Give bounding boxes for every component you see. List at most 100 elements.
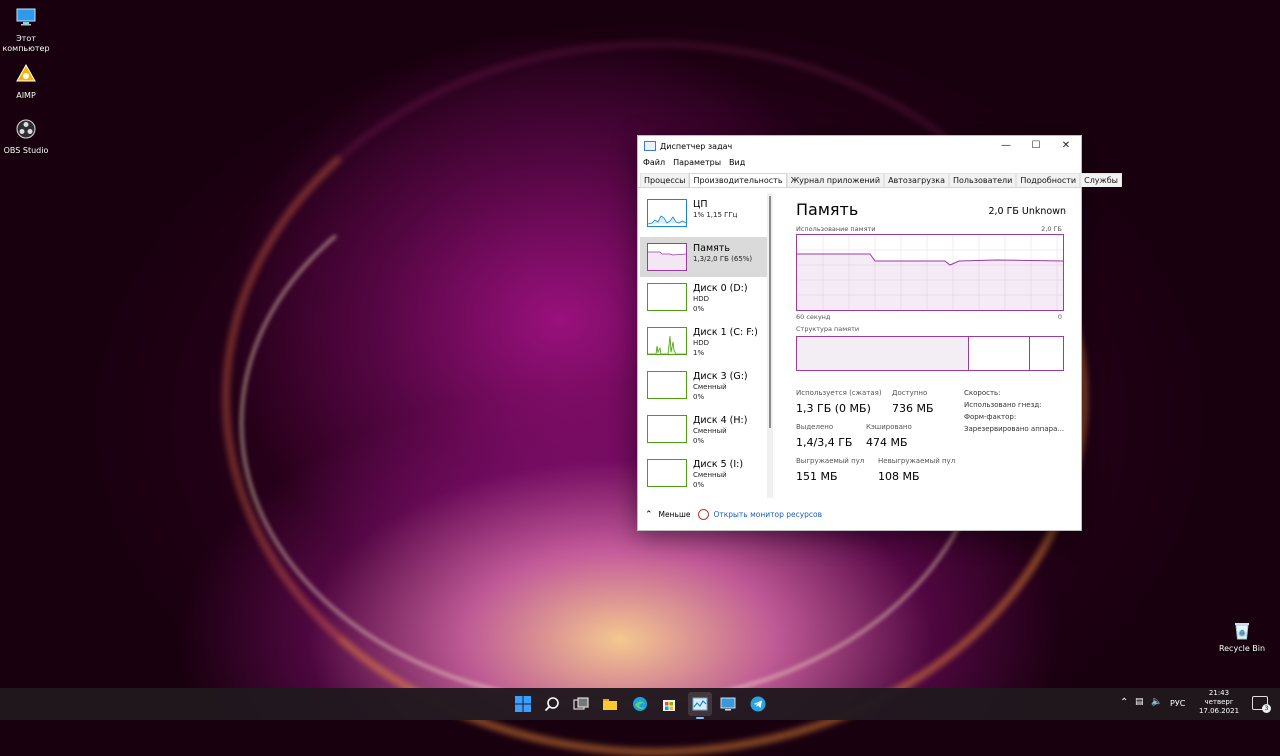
active-indicator (696, 717, 704, 719)
resource-item-disk4[interactable]: Диск 4 (H:) Сменный 0% (640, 409, 767, 453)
menu-view[interactable]: Вид (729, 158, 745, 167)
tab-performance[interactable]: Производительность (689, 173, 787, 187)
desktop-icon-this-pc[interactable]: Этот компьютер (0, 6, 52, 54)
resource-sub: HDD (693, 339, 710, 347)
structure-divider (1029, 337, 1030, 370)
task-view-icon[interactable] (573, 696, 589, 712)
resource-sub: Сменный (693, 427, 727, 435)
graph-time-right: 0 (1057, 313, 1062, 321)
desktop-icon-label: Этот компьютер (2, 34, 50, 53)
close-button[interactable]: ✕ (1051, 136, 1081, 154)
resource-usage: 0% (693, 481, 705, 489)
resource-sub: 1% 1,15 ГГц (693, 211, 738, 219)
resource-usage: 1% (693, 349, 705, 357)
usage-label: Использование памяти (796, 225, 876, 233)
cached-label: Кэшировано (866, 423, 912, 431)
maximize-button[interactable]: ☐ (1021, 136, 1051, 154)
resource-item-disk0[interactable]: Диск 0 (D:) HDD 0% (640, 277, 767, 321)
usage-max-label: 2,0 ГБ (1041, 225, 1062, 233)
file-explorer-icon[interactable] (602, 696, 618, 712)
cpu-thumbnail-graph (647, 199, 687, 227)
window-title: Диспетчер задач (660, 141, 733, 151)
task-manager-icon (692, 697, 708, 711)
tab-strip: Процессы Производительность Журнал прило… (638, 173, 1122, 188)
resource-name: Диск 3 (G:) (693, 371, 748, 382)
desktop-icon-label: OBS Studio (3, 146, 49, 155)
tab-processes[interactable]: Процессы (640, 173, 690, 187)
recycle-bin-icon: ♻ (1235, 623, 1249, 640)
resource-item-memory[interactable]: Память 1,3/2,0 ГБ (65%) (640, 237, 767, 277)
network-icon[interactable]: ▤ (1135, 697, 1144, 707)
disk-thumbnail-graph (647, 283, 687, 311)
disk-thumbnail-graph (647, 327, 687, 355)
desktop-icon-obs[interactable]: OBS Studio (0, 118, 52, 156)
telegram-icon[interactable] (750, 696, 766, 712)
resource-sub: HDD (693, 295, 710, 303)
resource-name: Диск 5 (I:) (693, 459, 744, 470)
minimize-button[interactable]: — (991, 136, 1021, 154)
paged-pool-label: Выгружаемый пул (796, 457, 865, 465)
open-resource-monitor-link[interactable]: Открыть монитор ресурсов (713, 510, 822, 519)
clock-date: 17.06.2021 (1198, 707, 1240, 715)
disk-thumbnail-graph (647, 371, 687, 399)
nonpaged-pool-label: Невыгружаемый пул (878, 457, 956, 465)
available-label: Доступно (892, 389, 928, 397)
notification-count-badge: 3 (1262, 704, 1271, 713)
task-manager-app-icon (644, 141, 656, 151)
resource-item-disk3[interactable]: Диск 3 (G:) Сменный 0% (640, 365, 767, 409)
memory-thumbnail-graph (647, 243, 687, 271)
less-details-button[interactable]: Меньше (659, 510, 691, 519)
menu-file[interactable]: Файл (643, 158, 665, 167)
desktop-icon-aimp[interactable]: AIMP (0, 63, 52, 101)
resource-sub: Сменный (693, 383, 727, 391)
menu-bar: Файл Параметры Вид (638, 156, 1081, 169)
start-button-icon[interactable] (515, 696, 531, 712)
search-icon[interactable] (544, 696, 560, 712)
edge-browser-icon[interactable] (632, 696, 648, 712)
menu-options[interactable]: Параметры (673, 158, 721, 167)
remote-desktop-icon[interactable] (720, 696, 736, 712)
committed-label: Выделено (796, 423, 834, 431)
tab-services[interactable]: Службы (1080, 173, 1122, 187)
resource-list-scrollbar-thumb[interactable] (769, 196, 771, 428)
obs-icon (16, 119, 36, 139)
tab-users[interactable]: Пользователи (948, 173, 1017, 187)
tab-app-history[interactable]: Журнал приложений (786, 173, 885, 187)
resource-list: ЦП 1% 1,15 ГГц Память 1,3/2,0 ГБ (65%) Д… (640, 193, 767, 498)
resource-item-cpu[interactable]: ЦП 1% 1,15 ГГц (640, 193, 767, 237)
title-bar[interactable]: Диспетчер задач — ☐ ✕ (638, 136, 1081, 156)
paged-pool-value: 151 МБ (796, 470, 838, 483)
resource-sub: 1,3/2,0 ГБ (65%) (693, 255, 753, 263)
resource-name: Диск 1 (C: F:) (693, 327, 758, 338)
resource-usage: 0% (693, 393, 705, 401)
taskbar: ⌃ ▤ 🔈 РУС 21:43 четверг 17.06.2021 3 (0, 688, 1280, 720)
aimp-icon (16, 63, 36, 82)
slots-label: Использовано гнезд: (964, 401, 1042, 409)
resource-item-disk5[interactable]: Диск 5 (I:) Сменный 0% (640, 453, 767, 497)
desktop-icon-recycle-bin[interactable]: ♻ Recycle Bin (1218, 620, 1266, 653)
resource-name: Память (693, 243, 730, 254)
resource-name: ЦП (693, 199, 708, 210)
speed-label: Скорость: (964, 389, 1001, 397)
chevron-up-icon[interactable]: ⌃ (645, 510, 653, 520)
language-indicator[interactable]: РУС (1170, 699, 1185, 708)
resource-usage: 0% (693, 305, 705, 313)
clock-day: четверг (1204, 698, 1234, 706)
form-factor-label: Форм-фактор: (964, 413, 1017, 421)
chevron-up-icon[interactable]: ⌃ (1120, 697, 1128, 708)
in-use-label: Используется (сжатая) (796, 389, 882, 397)
volume-icon[interactable]: 🔈 (1151, 697, 1162, 707)
monitor-icon (16, 8, 36, 26)
tab-startup[interactable]: Автозагрузка (884, 173, 949, 187)
resource-item-disk1[interactable]: Диск 1 (C: F:) HDD 1% (640, 321, 767, 365)
resource-name: Диск 0 (D:) (693, 283, 748, 294)
svg-text:♻: ♻ (1239, 629, 1245, 637)
resource-sub: Сменный (693, 471, 727, 479)
recycle-bin-label: Recycle Bin (1218, 644, 1266, 653)
graph-time-left: 60 секунд (796, 313, 831, 321)
store-icon[interactable] (661, 696, 677, 712)
detail-capacity: 2,0 ГБ Unknown (988, 206, 1066, 217)
reserved-label: Зарезервировано аппара... (964, 425, 1065, 433)
clock[interactable]: 21:43 четверг 17.06.2021 (1196, 689, 1242, 716)
tab-details[interactable]: Подробности (1016, 173, 1081, 187)
